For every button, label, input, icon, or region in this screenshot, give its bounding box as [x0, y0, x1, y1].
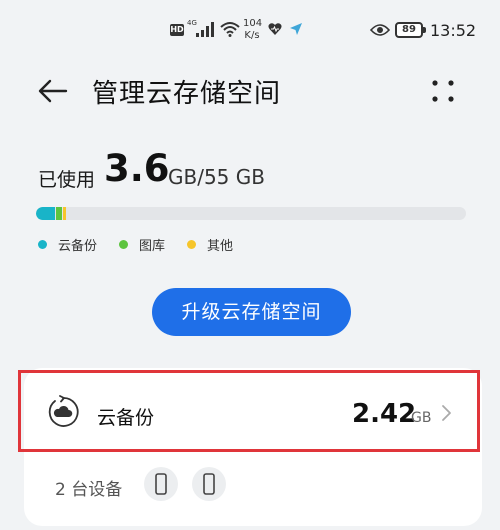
legend-item-cloud-backup: 云备份	[38, 235, 97, 254]
legend-label: 图库	[139, 239, 166, 254]
used-total: GB/55 GB	[168, 165, 265, 189]
more-options-icon[interactable]	[428, 76, 458, 106]
network-speed-unit: K/s	[244, 30, 260, 41]
usage-legend: 云备份 图库 其他	[38, 235, 255, 254]
device-phone-icon	[192, 467, 226, 501]
heart-icon	[268, 23, 282, 35]
send-icon	[290, 23, 302, 35]
storage-usage-bar	[36, 207, 466, 220]
legend-item-gallery: 图库	[119, 235, 165, 254]
usage-segment-other	[63, 207, 66, 220]
usage-segment-gallery	[56, 207, 62, 220]
clock: 13:52	[430, 21, 477, 40]
devices-count: 2 台设备	[55, 480, 123, 500]
legend-dot-cloud-backup	[38, 240, 47, 249]
signal-icon	[196, 22, 214, 37]
battery-tip	[423, 27, 426, 33]
legend-dot-other	[187, 240, 197, 249]
back-arrow-icon[interactable]	[36, 74, 70, 108]
network-speed-value: 104	[243, 18, 263, 29]
device-phone-icon	[144, 467, 178, 501]
cloud-backup-row[interactable]	[18, 370, 480, 452]
wifi-icon	[220, 22, 240, 37]
status-bar: HD 4G 104 K/s 89 13:52	[0, 0, 500, 62]
legend-dot-gallery	[119, 240, 129, 249]
used-label: 已使用	[38, 169, 96, 191]
hd-icon: HD	[170, 24, 184, 36]
upgrade-storage-button[interactable]: 升级云存储空间	[152, 288, 351, 336]
legend-item-other: 其他	[187, 235, 233, 254]
eye-icon	[370, 24, 390, 36]
legend-label: 云备份	[58, 239, 98, 254]
battery-indicator: 89	[395, 22, 423, 38]
page-title: 管理云存储空间	[92, 79, 282, 109]
used-value: 3.6	[104, 147, 170, 190]
network-speed: 104 K/s	[243, 18, 263, 42]
usage-segment-cloud-backup	[36, 207, 55, 220]
legend-label: 其他	[207, 239, 234, 254]
